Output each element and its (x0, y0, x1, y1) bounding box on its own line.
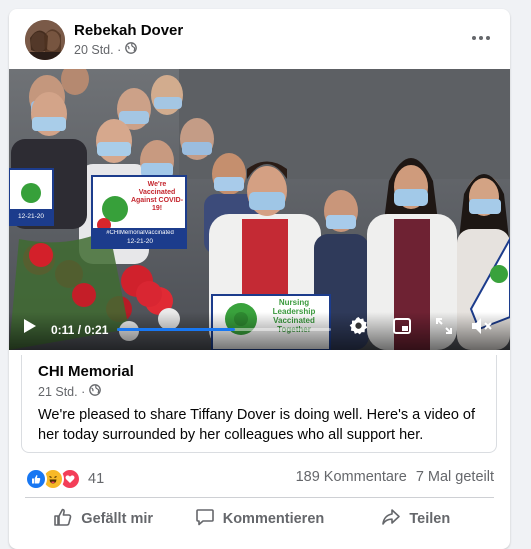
action-bar: Gefällt mir Kommentieren Teilen (25, 501, 494, 537)
comment-button[interactable]: Kommentieren (181, 501, 337, 537)
miniplayer-button[interactable] (393, 318, 411, 339)
shared-post[interactable]: CHI Memorial 21 Std. · We're pleased to … (21, 355, 497, 453)
current-time: 0:11 (51, 323, 75, 337)
thumbs-up-icon (53, 507, 73, 531)
engagement-stats: 189 Kommentare 7 Mal geteilt (296, 469, 494, 485)
more-options-button[interactable] (464, 24, 498, 50)
shared-post-text: We're pleased to share Tiffany Dover is … (38, 407, 476, 443)
settings-button[interactable] (349, 316, 368, 340)
post-card: Rebekah Dover 20 Std. · We're Vaccinated… (9, 9, 510, 549)
progress-fill (117, 328, 235, 331)
like-label: Gefällt mir (81, 511, 154, 527)
author-avatar[interactable] (25, 20, 65, 60)
share-icon (381, 507, 401, 531)
mute-button[interactable] (471, 317, 493, 340)
globe-icon (125, 42, 138, 57)
like-button[interactable]: Gefällt mir (25, 501, 181, 537)
duration: 0:21 (84, 323, 109, 337)
left-sign-date: 12-21-20 (126, 238, 154, 245)
post-time[interactable]: 20 Std. · (74, 43, 121, 57)
progress-bar[interactable] (117, 328, 331, 331)
like-reaction-icon (25, 468, 47, 490)
share-label: Teilen (409, 511, 451, 527)
video-controls: 0:11 / 0:21 (9, 312, 510, 350)
share-button[interactable]: Teilen (338, 501, 494, 537)
comments-count[interactable]: 189 Kommentare (296, 469, 407, 485)
expand-icon (436, 318, 452, 338)
post-meta: 20 Std. · (74, 42, 138, 57)
globe-icon (89, 384, 102, 399)
video-player[interactable]: We're Vaccinated Against COVID-19! #CHIM… (9, 69, 510, 350)
fullscreen-button[interactable] (436, 318, 452, 339)
comment-label: Kommentieren (222, 511, 325, 527)
play-button[interactable] (23, 318, 37, 339)
play-icon (23, 319, 37, 338)
reactions-count: 41 (88, 471, 105, 487)
video-time: 0:11 / 0:21 (51, 323, 109, 337)
gear-icon (349, 316, 368, 339)
author-name[interactable]: Rebekah Dover (74, 22, 183, 39)
shared-time[interactable]: 21 Std. · (38, 385, 85, 399)
miniplayer-icon (393, 318, 411, 338)
far-left-sign-date: 12-21-20 (17, 213, 45, 220)
left-sign-text: We're Vaccinated Against COVID-19! (130, 181, 184, 212)
more-horizontal-icon (471, 28, 491, 46)
shared-meta: 21 Std. · (38, 384, 102, 399)
shared-page-name[interactable]: CHI Memorial (38, 363, 134, 380)
reactions-summary[interactable]: 41 (25, 468, 104, 490)
comment-icon (195, 507, 215, 531)
shares-count[interactable]: 7 Mal geteilt (416, 469, 494, 485)
divider (25, 497, 494, 498)
left-sign-hashtag: #CHIMemorialVaccinated (106, 230, 174, 236)
volume-muted-icon (471, 318, 493, 339)
